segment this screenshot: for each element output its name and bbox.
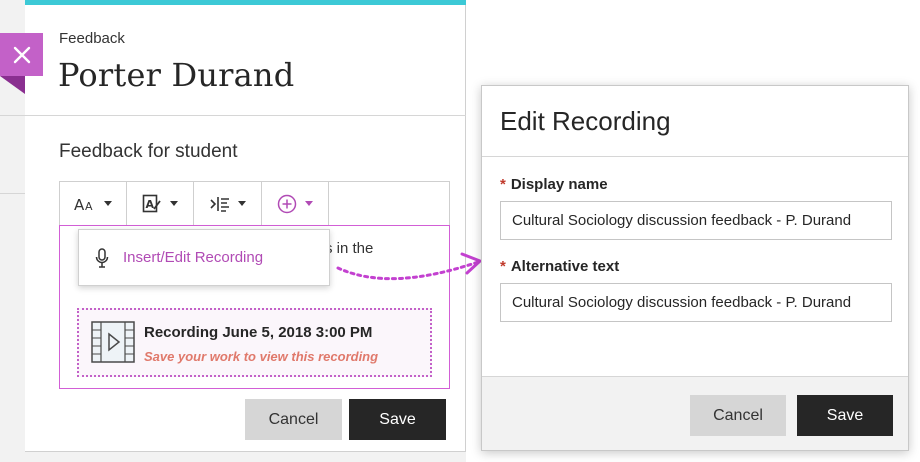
- chevron-down-icon: [237, 201, 246, 206]
- paragraph-icon: [209, 196, 229, 212]
- edit-recording-dialog: Edit Recording *Display name *Alternativ…: [481, 85, 909, 451]
- display-name-label-text: Display name: [510, 176, 608, 193]
- text-format-icon: A: [142, 194, 161, 212]
- required-marker: *: [500, 176, 506, 193]
- alternative-text-input[interactable]: [500, 283, 892, 322]
- header-divider: [0, 115, 466, 116]
- required-marker: *: [500, 258, 506, 275]
- insert-content-dropdown[interactable]: [262, 182, 329, 225]
- close-panel-button[interactable]: [0, 33, 43, 76]
- display-name-input[interactable]: [500, 201, 892, 240]
- annotation-arrow: [336, 252, 482, 281]
- video-file-icon: [91, 321, 135, 368]
- close-icon: [13, 46, 30, 63]
- paragraph-dropdown[interactable]: [194, 182, 262, 225]
- chevron-down-icon: [305, 201, 313, 206]
- cancel-button[interactable]: Cancel: [245, 399, 342, 440]
- page-title: Porter Durand: [58, 56, 295, 94]
- text-size-dropdown[interactable]: A A: [60, 182, 127, 225]
- recording-placeholder[interactable]: Recording June 5, 2018 3:00 PM Save your…: [77, 308, 432, 377]
- panel-accent-bar: [25, 0, 466, 5]
- close-tab-fold: [0, 76, 25, 94]
- save-button[interactable]: Save: [349, 399, 446, 440]
- section-title: Feedback for student: [59, 141, 238, 162]
- feedback-panel: Feedback Porter Durand Feedback for stud…: [0, 0, 466, 462]
- svg-text:A: A: [85, 200, 93, 212]
- add-circle-icon: [277, 194, 297, 213]
- dialog-footer: Cancel Save: [482, 376, 908, 450]
- alternative-text-label: * Alternative text: [500, 258, 619, 275]
- dialog-title: Edit Recording: [500, 106, 671, 136]
- text-format-dropdown[interactable]: A: [127, 182, 194, 225]
- dialog-save-button[interactable]: Save: [797, 395, 893, 436]
- insert-recording-label: Insert/Edit Recording: [123, 249, 264, 266]
- svg-text:A: A: [146, 198, 155, 211]
- editor-toolbar: A A A: [59, 181, 450, 225]
- chevron-down-icon: [170, 201, 178, 206]
- recording-note: Save your work to view this recording: [144, 349, 379, 364]
- text-size-icon: A A: [74, 196, 93, 212]
- recording-title: Recording June 5, 2018 3:00 PM: [144, 324, 373, 341]
- dialog-cancel-button[interactable]: Cancel: [690, 395, 786, 436]
- dialog-header-divider: [482, 156, 908, 157]
- display-name-label: * Display name: [500, 176, 608, 193]
- alternative-text-label-text: Alternative text: [510, 258, 620, 275]
- chevron-down-icon: [104, 201, 112, 206]
- breadcrumb: Feedback: [59, 30, 125, 47]
- insert-recording-menu-item[interactable]: Insert/Edit Recording: [78, 229, 330, 286]
- microphone-icon: [95, 247, 109, 268]
- svg-text:A: A: [74, 196, 85, 212]
- gutter-divider: [0, 193, 25, 194]
